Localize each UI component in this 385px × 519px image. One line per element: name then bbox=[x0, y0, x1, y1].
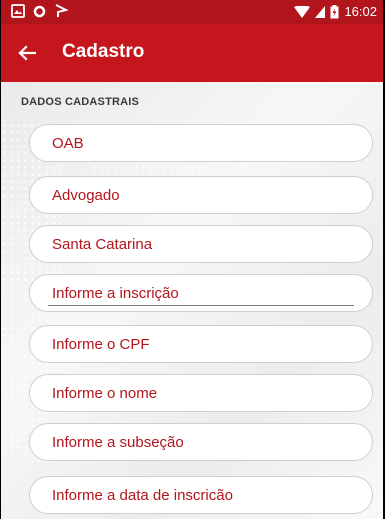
flag-icon bbox=[55, 4, 68, 17]
state-select[interactable]: Santa Catarina bbox=[29, 225, 373, 263]
role-value: Advogado bbox=[52, 187, 120, 204]
data-inscricao-field-container bbox=[29, 476, 373, 514]
role-select[interactable]: Advogado bbox=[29, 176, 373, 214]
cpf-field-container bbox=[29, 325, 373, 363]
status-bar: 16:02 bbox=[1, 0, 383, 24]
circle-icon bbox=[33, 5, 46, 17]
type-value: OAB bbox=[52, 135, 84, 152]
battery-icon bbox=[330, 4, 339, 18]
screen: 16:02 Cadastro DADOS CADASTRAIS OAB Advo… bbox=[1, 0, 383, 519]
page-title: Cadastro bbox=[62, 41, 145, 62]
type-select[interactable]: OAB bbox=[29, 124, 373, 162]
data-inscricao-input[interactable] bbox=[52, 485, 352, 505]
inscricao-field-container bbox=[29, 274, 373, 312]
subsecao-input[interactable] bbox=[52, 432, 352, 452]
section-title: DADOS CADASTRAIS bbox=[21, 96, 140, 108]
input-underline bbox=[48, 305, 354, 306]
app-bar: Cadastro bbox=[1, 24, 383, 82]
inscricao-input[interactable] bbox=[52, 283, 352, 303]
system-icons: 16:02 bbox=[294, 4, 377, 19]
wifi-icon bbox=[294, 5, 311, 18]
notification-icons bbox=[11, 4, 68, 18]
nome-field-container bbox=[29, 374, 373, 412]
state-value: Santa Catarina bbox=[52, 236, 153, 253]
signal-icon bbox=[315, 5, 326, 18]
nome-input[interactable] bbox=[52, 383, 352, 403]
subsecao-field-container bbox=[29, 423, 373, 461]
clock: 16:02 bbox=[344, 4, 377, 19]
cpf-input[interactable] bbox=[52, 334, 352, 354]
back-button[interactable] bbox=[13, 39, 41, 67]
arrow-left-icon bbox=[18, 45, 36, 61]
gallery-icon bbox=[11, 4, 25, 18]
